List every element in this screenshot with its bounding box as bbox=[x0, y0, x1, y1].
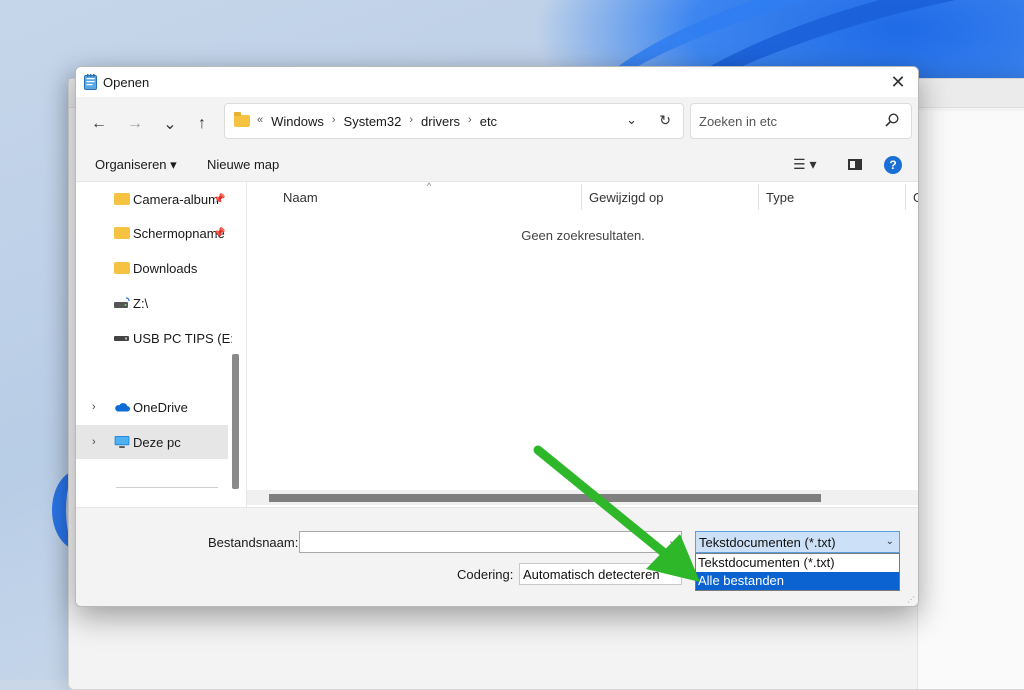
sidebar-item-label: Z:\ bbox=[133, 295, 149, 311]
file-list: ^ Naam Gewijzigd op Type G Geen zoekresu… bbox=[246, 181, 918, 507]
column-header-modified[interactable]: Gewijzigd op bbox=[589, 190, 663, 205]
filetype-option-text[interactable]: Tekstdocumenten (*.txt) bbox=[696, 554, 899, 572]
column-header-name[interactable]: Naam bbox=[283, 190, 318, 205]
breadcrumb-overflow[interactable]: « bbox=[257, 114, 263, 129]
sidebar-item-screenshots[interactable]: Schermopnamen 📌 bbox=[76, 216, 228, 250]
titlebar: Openen ✕ bbox=[76, 67, 918, 97]
back-button[interactable]: ← bbox=[88, 113, 110, 135]
filetype-selected-value: Tekstdocumenten (*.txt) bbox=[699, 535, 836, 550]
column-divider[interactable] bbox=[758, 184, 759, 210]
address-bar[interactable]: « Windows › System32 › drivers › etc ⌄ ↻ bbox=[224, 103, 684, 139]
view-options-button[interactable]: ☰ ▾ bbox=[793, 156, 816, 173]
sidebar-item-onedrive[interactable]: › OneDrive bbox=[76, 390, 228, 424]
chevron-right-icon[interactable]: › bbox=[468, 114, 472, 129]
breadcrumb-item-drivers[interactable]: drivers bbox=[421, 114, 460, 129]
encoding-value: Automatisch detecteren bbox=[523, 567, 660, 582]
sidebar-item-downloads[interactable]: Downloads bbox=[76, 251, 228, 285]
usb-drive-icon bbox=[114, 336, 129, 341]
close-button[interactable]: ✕ bbox=[878, 67, 918, 97]
sidebar-item-label: Downloads bbox=[133, 260, 198, 276]
sidebar-scrollbar-thumb[interactable] bbox=[232, 354, 239, 489]
horizontal-scrollbar-thumb[interactable] bbox=[269, 494, 821, 502]
navigation-pane: Camera-album 📌 Schermopnamen 📌 Downloads… bbox=[76, 182, 244, 507]
open-file-dialog: Openen ✕ ← → ⌄ ↑ « Windows › System32 › … bbox=[75, 66, 919, 607]
chevron-right-icon[interactable]: › bbox=[409, 114, 413, 129]
sidebar-item-this-pc[interactable]: › Deze pc bbox=[76, 425, 228, 459]
sidebar-item-label: Deze pc bbox=[133, 434, 181, 450]
sidebar-divider bbox=[116, 487, 218, 488]
resize-grip-icon[interactable]: ⋰ bbox=[907, 595, 915, 604]
column-divider[interactable] bbox=[905, 184, 906, 210]
folder-icon bbox=[114, 193, 130, 205]
sidebar-item-label: Camera-album bbox=[133, 191, 219, 207]
forward-button[interactable]: → bbox=[124, 113, 146, 135]
preview-pane-icon[interactable] bbox=[848, 159, 862, 170]
breadcrumb-item-system32[interactable]: System32 bbox=[344, 114, 402, 129]
folder-icon bbox=[234, 112, 250, 127]
new-folder-button[interactable]: Nieuwe map bbox=[207, 157, 279, 172]
chevron-right-icon[interactable]: › bbox=[92, 401, 96, 413]
recent-locations-button[interactable]: ⌄ bbox=[159, 113, 181, 135]
breadcrumb-item-windows[interactable]: Windows bbox=[271, 114, 324, 129]
folder-icon bbox=[114, 227, 130, 239]
horizontal-scrollbar[interactable] bbox=[247, 490, 918, 505]
filename-label: Bestandsnaam: bbox=[208, 535, 299, 550]
encoding-label: Codering: bbox=[457, 567, 514, 582]
download-folder-icon bbox=[114, 262, 130, 274]
filetype-select[interactable]: Tekstdocumenten (*.txt) ⌄ bbox=[695, 531, 900, 553]
dialog-title: Openen bbox=[103, 75, 150, 90]
up-button[interactable]: ↑ bbox=[191, 113, 213, 135]
pin-icon[interactable]: 📌 bbox=[213, 228, 225, 239]
chevron-right-icon[interactable]: › bbox=[92, 436, 96, 448]
search-input[interactable]: Zoeken in etc bbox=[690, 103, 912, 139]
column-divider[interactable] bbox=[581, 184, 582, 210]
filetype-option-all[interactable]: Alle bestanden bbox=[696, 572, 899, 590]
search-icon[interactable] bbox=[885, 113, 899, 127]
sidebar-item-usb-drive[interactable]: USB PC TIPS (E:) bbox=[76, 321, 233, 355]
chevron-down-icon[interactable]: ⌄ bbox=[668, 534, 677, 547]
help-icon[interactable]: ? bbox=[884, 156, 902, 174]
command-bar: Organiseren ▾ Nieuwe map ☰ ▾ ? bbox=[76, 149, 918, 182]
chevron-down-icon[interactable]: ⌄ bbox=[886, 536, 894, 547]
sidebar-item-label: OneDrive bbox=[133, 399, 188, 415]
sidebar-item-label: Schermopnamen bbox=[133, 225, 225, 241]
encoding-select[interactable]: Automatisch detecteren bbox=[519, 563, 682, 585]
onedrive-icon bbox=[115, 403, 130, 412]
sort-ascending-icon: ^ bbox=[427, 181, 432, 191]
notepad-icon bbox=[84, 74, 97, 90]
this-pc-icon bbox=[114, 436, 130, 448]
breadcrumb-item-etc[interactable]: etc bbox=[480, 114, 497, 129]
chevron-right-icon[interactable]: › bbox=[332, 114, 336, 129]
chevron-down-icon[interactable]: ⌄ bbox=[626, 112, 637, 128]
column-header-size[interactable]: G bbox=[913, 190, 918, 205]
empty-results-message: Geen zoekresultaten. bbox=[521, 228, 645, 243]
sidebar-item-camera-album[interactable]: Camera-album 📌 bbox=[76, 182, 228, 216]
filename-input[interactable]: ⌄ bbox=[299, 531, 682, 553]
breadcrumb: « Windows › System32 › drivers › etc bbox=[257, 114, 497, 129]
organize-button[interactable]: Organiseren ▾ bbox=[95, 157, 177, 173]
refresh-icon[interactable]: ↻ bbox=[659, 112, 671, 129]
sidebar-item-z-drive[interactable]: Z:\ bbox=[76, 286, 228, 320]
filetype-dropdown-list: Tekstdocumenten (*.txt) Alle bestanden bbox=[695, 553, 900, 591]
dialog-footer: Bestandsnaam: ⌄ Tekstdocumenten (*.txt) … bbox=[76, 507, 918, 606]
network-drive-icon bbox=[114, 297, 130, 308]
background-window-body bbox=[917, 111, 1024, 689]
sidebar-item-label: USB PC TIPS (E:) bbox=[133, 330, 233, 346]
column-header-type[interactable]: Type bbox=[766, 190, 794, 205]
pin-icon[interactable]: 📌 bbox=[213, 194, 225, 205]
search-placeholder: Zoeken in etc bbox=[699, 114, 778, 129]
